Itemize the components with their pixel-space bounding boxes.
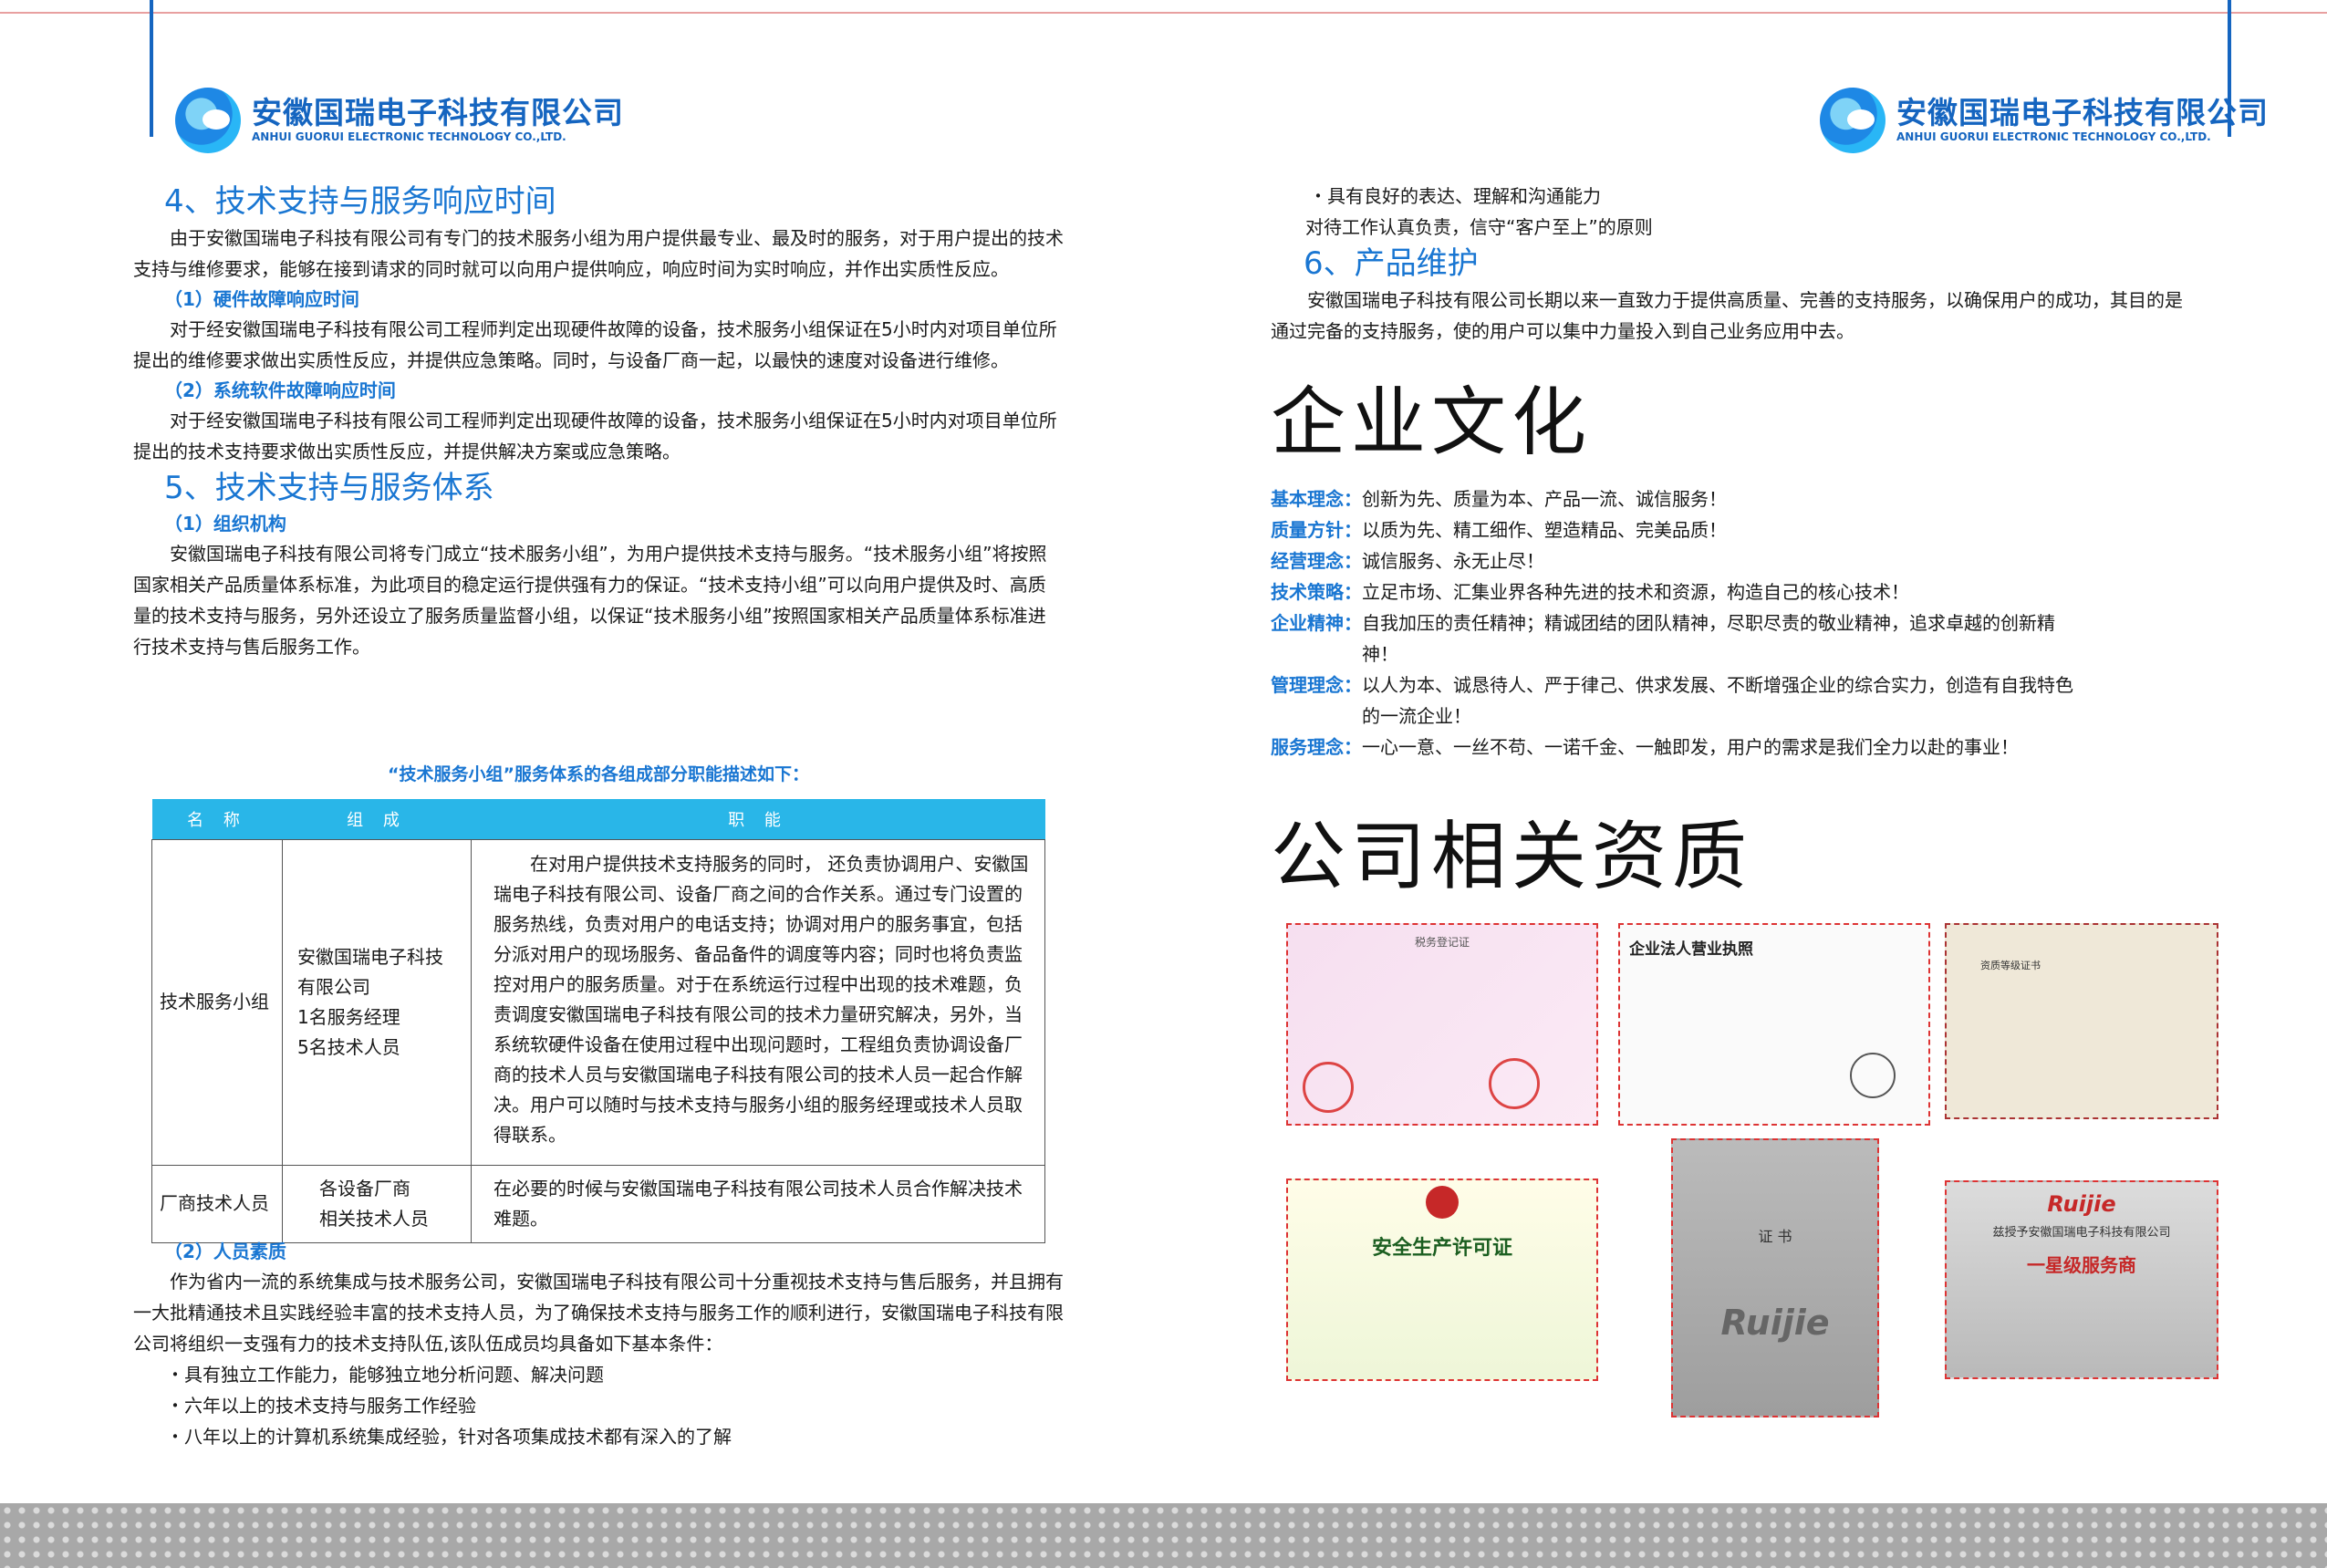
member-line: 有限公司 <box>297 975 370 998</box>
culture-label: 管理理念： <box>1271 674 1362 696</box>
member-line: 相关技术人员 <box>319 1207 429 1230</box>
seal-icon <box>1303 1062 1354 1113</box>
culture-label: 企业精神： <box>1271 612 1362 634</box>
row-members: 安徽国瑞电子科技 有限公司 1名服务经理 5名技术人员 <box>282 838 472 1166</box>
row-duty: 在对用户提供技术支持服务的同时， 还负责协调用户、安徽国瑞电子科技有限公司、设备… <box>471 838 1045 1166</box>
brand-text: Ruijie <box>1720 1303 1830 1343</box>
row-duty: 在必要的时候与安徽国瑞电子科技有限公司技术人员合作解决技术难题。 <box>471 1164 1045 1243</box>
company-logo-left: 安徽国瑞电子科技有限公司 ANHUI GUORUI ELECTRONIC TEC… <box>175 88 624 153</box>
section-4-paragraph-3: 对于经安徽国瑞电子科技有限公司工程师判定出现硬件故障的设备，技术服务小组保证在5… <box>133 410 1057 462</box>
logo-icon <box>175 88 241 153</box>
section-5-sub2: （2）人员素质 <box>164 1241 286 1262</box>
section-4-paragraph: 由于安徽国瑞电子科技有限公司有专门的技术服务小组为用户提供最专业、最及时的服务，… <box>133 227 1064 280</box>
culture-item: 企业精神： 自我加压的责任精神；精诚团结的团队精神，尽职尽责的敬业精神，追求卓越的… <box>1271 607 2092 670</box>
culture-item: 技术策略： 立足市场、汇集业界各种先进的技术和资源，构造自己的核心技术！ <box>1271 576 2092 607</box>
section-4-sub2: （2）系统软件故障响应时间 <box>164 379 396 401</box>
left-accent-line <box>150 0 153 137</box>
row-members: 各设备厂商 相关技术人员 <box>282 1164 472 1243</box>
section-5-paragraph: 安徽国瑞电子科技有限公司将专门成立“技术服务小组”，为用户提供技术支持与服务。“… <box>133 543 1047 658</box>
culture-item: 管理理念： 以人为本、诚恳待人、严于律己、供求发展、不断增强企业的综合实力，创造有… <box>1271 670 2092 732</box>
company-name-cn: 安徽国瑞电子科技有限公司 <box>1896 95 2269 130</box>
culture-label: 服务理念： <box>1271 736 1362 758</box>
national-emblem-icon <box>1426 1186 1459 1219</box>
qualification-title: 公司相关资质 <box>1271 814 1753 900</box>
culture-label: 经营理念： <box>1271 550 1362 572</box>
culture-item: 基本理念： 创新为先、质量为本、产品一流、诚信服务！ <box>1271 483 2092 514</box>
culture-title: 企业文化 <box>1271 379 1593 466</box>
table-row: 厂商技术人员 各设备厂商 相关技术人员 在必要的时候与安徽国瑞电子科技有限公司技… <box>151 1164 1045 1243</box>
bullet-item: ・具有独立工作能力，能够独立地分析问题、解决问题 <box>166 1364 604 1386</box>
cert-title: 税务登记证 <box>1414 936 1470 949</box>
bullet-item: ・八年以上的计算机系统集成经验，针对各项集成技术都有深入的了解 <box>166 1426 732 1448</box>
culture-text: 以质为先、精工细作、塑造精品、完美品质！ <box>1362 519 1727 541</box>
company-name-en: ANHUI GUORUI ELECTRONIC TECHNOLOGY CO.,L… <box>252 130 566 143</box>
logo-icon <box>1820 88 1885 153</box>
duty-table: 名 称 组 成 职 能 技术服务小组 安徽国瑞电子科技 有限公司 1名服务经理 … <box>151 799 1045 1243</box>
section-5-sub1: （1）组织机构 <box>164 513 286 535</box>
section-4-sub1: （1）硬件故障响应时间 <box>164 288 359 310</box>
culture-text: 创新为先、质量为本、产品一流、诚信服务！ <box>1362 488 1727 510</box>
culture-text: 一心一意、一丝不苟、一诺千金、一触即发，用户的需求是我们全力以赴的事业！ <box>1362 736 2019 758</box>
culture-text: 立足市场、汇集业界各种先进的技术和资源，构造自己的核心技术！ <box>1362 581 1909 603</box>
member-line: 安徽国瑞电子科技 <box>297 945 443 968</box>
table-caption: “技术服务小组”服务体系的各组成部分职能描述如下： <box>388 764 809 784</box>
company-name-en: ANHUI GUORUI ELECTRONIC TECHNOLOGY CO.,L… <box>1896 130 2211 143</box>
brand-text: Ruijie <box>2047 1191 2116 1217</box>
bullet-item: 对待工作认真负责，信守“客户至上”的原则 <box>1305 216 1653 238</box>
section-5-title: 5、技术支持与服务体系 <box>164 470 494 506</box>
cert-title: 一星级服务商 <box>2027 1254 2136 1276</box>
decorative-footer-band <box>0 1503 2327 1568</box>
left-column-bottom: （2）人员素质 作为省内一流的系统集成与技术服务公司，安徽国瑞电子科技有限公司十… <box>133 1237 1064 1452</box>
culture-text: 自我加压的责任精神；精诚团结的团队精神，尽职尽责的敬业精神，追求卓越的创新精神！ <box>1362 612 2055 665</box>
row-name: 厂商技术人员 <box>151 1164 283 1243</box>
section-6-title: 6、产品维护 <box>1304 245 1479 282</box>
member-line: 各设备厂商 <box>319 1177 410 1199</box>
seal-icon <box>1489 1058 1540 1109</box>
culture-item: 质量方针： 以质为先、精工细作、塑造精品、完美品质！ <box>1271 514 2092 545</box>
cert-title: 安全生产许可证 <box>1371 1237 1512 1260</box>
section-4-title: 4、技术支持与服务响应时间 <box>164 183 556 220</box>
company-logo-right: 安徽国瑞电子科技有限公司 ANHUI GUORUI ELECTRONIC TEC… <box>1820 88 2269 153</box>
business-license-certificate: 企业法人营业执照 <box>1618 923 1930 1126</box>
top-border-line <box>0 12 2327 14</box>
member-line: 5名技术人员 <box>297 1035 400 1058</box>
section-5-paragraph-2: 作为省内一流的系统集成与技术服务公司，安徽国瑞电子科技有限公司十分重视技术支持与… <box>133 1271 1064 1355</box>
culture-label: 质量方针： <box>1271 519 1362 541</box>
table-row: 技术服务小组 安徽国瑞电子科技 有限公司 1名服务经理 5名技术人员 在对用户提… <box>151 838 1045 1166</box>
culture-list: 基本理念： 创新为先、质量为本、产品一流、诚信服务！ 质量方针： 以质为先、精工细作… <box>1271 483 2092 763</box>
ruijie-certificate: 证 书 Ruijie <box>1671 1138 1879 1417</box>
culture-text: 以人为本、诚恳待人、严于律己、供求发展、不断增强企业的综合实力，创造有自我特色的… <box>1362 674 2073 727</box>
left-column: 4、技术支持与服务响应时间 由于安徽国瑞电子科技有限公司有专门的技术服务小组为用… <box>133 181 1064 662</box>
culture-item: 经营理念： 诚信服务、永无止尽！ <box>1271 545 2092 576</box>
table-header-name: 名 称 <box>151 799 283 839</box>
section-4-paragraph-2: 对于经安徽国瑞电子科技有限公司工程师判定出现硬件故障的设备，技术服务小组保证在5… <box>133 318 1057 371</box>
bullet-item: ・具有良好的表达、理解和沟通能力 <box>1309 185 1601 207</box>
seal-icon <box>1850 1053 1896 1098</box>
section-6-paragraph: 安徽国瑞电子科技有限公司长期以来一直致力于提供高质量、完善的支持服务，以确保用户… <box>1271 289 2183 342</box>
cert-title: 企业法人营业执照 <box>1629 940 1753 959</box>
culture-item: 服务理念： 一心一意、一丝不苟、一诺千金、一触即发，用户的需求是我们全力以赴的事业… <box>1271 732 2092 763</box>
culture-label: 基本理念： <box>1271 488 1362 510</box>
right-column: ・具有良好的表达、理解和沟通能力 对待工作认真负责，信守“客户至上”的原则 6、… <box>1271 181 2183 347</box>
culture-text: 诚信服务、永无止尽！ <box>1362 550 1544 572</box>
ruijie-star-service-certificate: Ruijie 兹授予安徽国瑞电子科技有限公司 一星级服务商 <box>1945 1180 2218 1379</box>
tax-registration-certificate: 税务登记证 <box>1286 923 1598 1126</box>
table-header-members: 组 成 <box>282 799 472 839</box>
culture-label: 技术策略： <box>1271 581 1362 603</box>
bullet-item: ・六年以上的技术支持与服务工作经验 <box>166 1395 476 1417</box>
member-line: 1名服务经理 <box>297 1005 400 1028</box>
qualification-grade-certificate: 资质等级证书 <box>1945 923 2218 1119</box>
safety-production-certificate: 安全生产许可证 <box>1286 1179 1598 1381</box>
table-header-duty: 职 能 <box>471 799 1045 839</box>
cert-title: 资质等级证书 <box>1980 960 2041 971</box>
row-name: 技术服务小组 <box>151 838 283 1166</box>
company-name-cn: 安徽国瑞电子科技有限公司 <box>252 95 624 130</box>
cert-line: 兹授予安徽国瑞电子科技有限公司 <box>1992 1226 2171 1240</box>
cert-title: 证 书 <box>1758 1228 1792 1245</box>
